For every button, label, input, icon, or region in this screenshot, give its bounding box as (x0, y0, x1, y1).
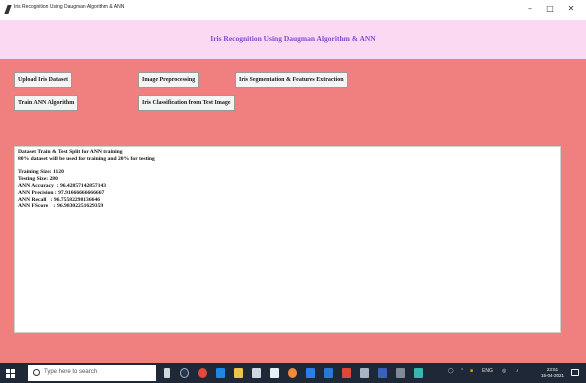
chevron-up-icon[interactable]: ⌃ (460, 368, 464, 374)
train-ann-button[interactable]: Train ANN Algorithm (14, 95, 79, 111)
mail-icon[interactable] (252, 368, 261, 378)
output-line: ANN FScore : 96.98302251629359 (18, 203, 104, 210)
terminal-icon[interactable] (396, 368, 405, 378)
store-icon[interactable] (234, 368, 243, 378)
output-spacer (18, 163, 557, 170)
taskbar: Type here to search ◯ ⌃ ■ ENG ◎ ♪ 23:51 … (0, 363, 586, 383)
window-title: Iris Recognition Using Daugman Algorithm… (14, 4, 125, 10)
search-placeholder: Type here to search (44, 369, 98, 375)
maximize-button[interactable]: □ (541, 2, 559, 16)
output-line: Testing Size: 280 (18, 176, 58, 183)
output-line: ANN Precision : 97.91666666666667 (18, 189, 105, 196)
battery-icon[interactable]: ■ (470, 368, 473, 374)
task-view-icon[interactable] (164, 368, 170, 378)
volume-icon[interactable]: ♪ (516, 368, 519, 374)
image-preprocessing-button[interactable]: Image Preprocessing (138, 72, 200, 88)
output-textarea[interactable]: Dataset Train & Test Split for ANN train… (14, 146, 561, 333)
output-line: ANN Accuracy : 96.42857142857143 (18, 182, 107, 189)
window-titlebar: Iris Recognition Using Daugman Algorithm… (0, 0, 586, 20)
clock-date: 15-04-2021 (541, 373, 565, 378)
segmentation-button[interactable]: Iris Segmentation & Features Extraction (235, 72, 348, 88)
output-line: ANN Recall : 96.75582298136646 (18, 196, 101, 203)
upload-dataset-button[interactable]: Upload Iris Dataset (14, 72, 73, 88)
classify-button[interactable]: Iris Classification from Test Image (138, 95, 235, 111)
minimize-button[interactable]: – (521, 2, 539, 16)
excel-icon[interactable] (324, 368, 333, 378)
edge-icon[interactable] (198, 368, 207, 378)
word-icon[interactable] (342, 368, 351, 378)
file-explorer-icon[interactable] (216, 368, 225, 378)
photos-icon[interactable] (414, 368, 423, 378)
network-icon[interactable]: ◎ (502, 368, 506, 374)
search-icon (33, 369, 40, 376)
output-line: Training Size: 1120 (18, 169, 64, 176)
close-button[interactable]: ✕ (562, 2, 580, 16)
feather-icon (4, 5, 12, 14)
person-icon[interactable]: ◯ (448, 368, 454, 374)
python-icon[interactable] (306, 368, 315, 378)
language-indicator[interactable]: ENG (482, 368, 493, 374)
page-title: Iris Recognition Using Daugman Algorithm… (210, 34, 376, 43)
output-line: Dataset Train & Test Split for ANN train… (18, 149, 123, 155)
firefox-icon[interactable] (288, 368, 297, 378)
windows-start-icon[interactable] (6, 369, 15, 378)
powerpoint-icon[interactable] (360, 368, 369, 378)
taskbar-search-input[interactable]: Type here to search (28, 365, 156, 381)
taskbar-clock[interactable]: 23:51 15-04-2021 (541, 367, 564, 379)
cortana-icon[interactable] (180, 368, 189, 378)
notification-icon[interactable] (571, 369, 579, 376)
output-line: 80% dataset will be used for training an… (18, 155, 155, 162)
notepad-icon[interactable] (378, 368, 387, 378)
chrome-icon[interactable] (270, 368, 279, 378)
